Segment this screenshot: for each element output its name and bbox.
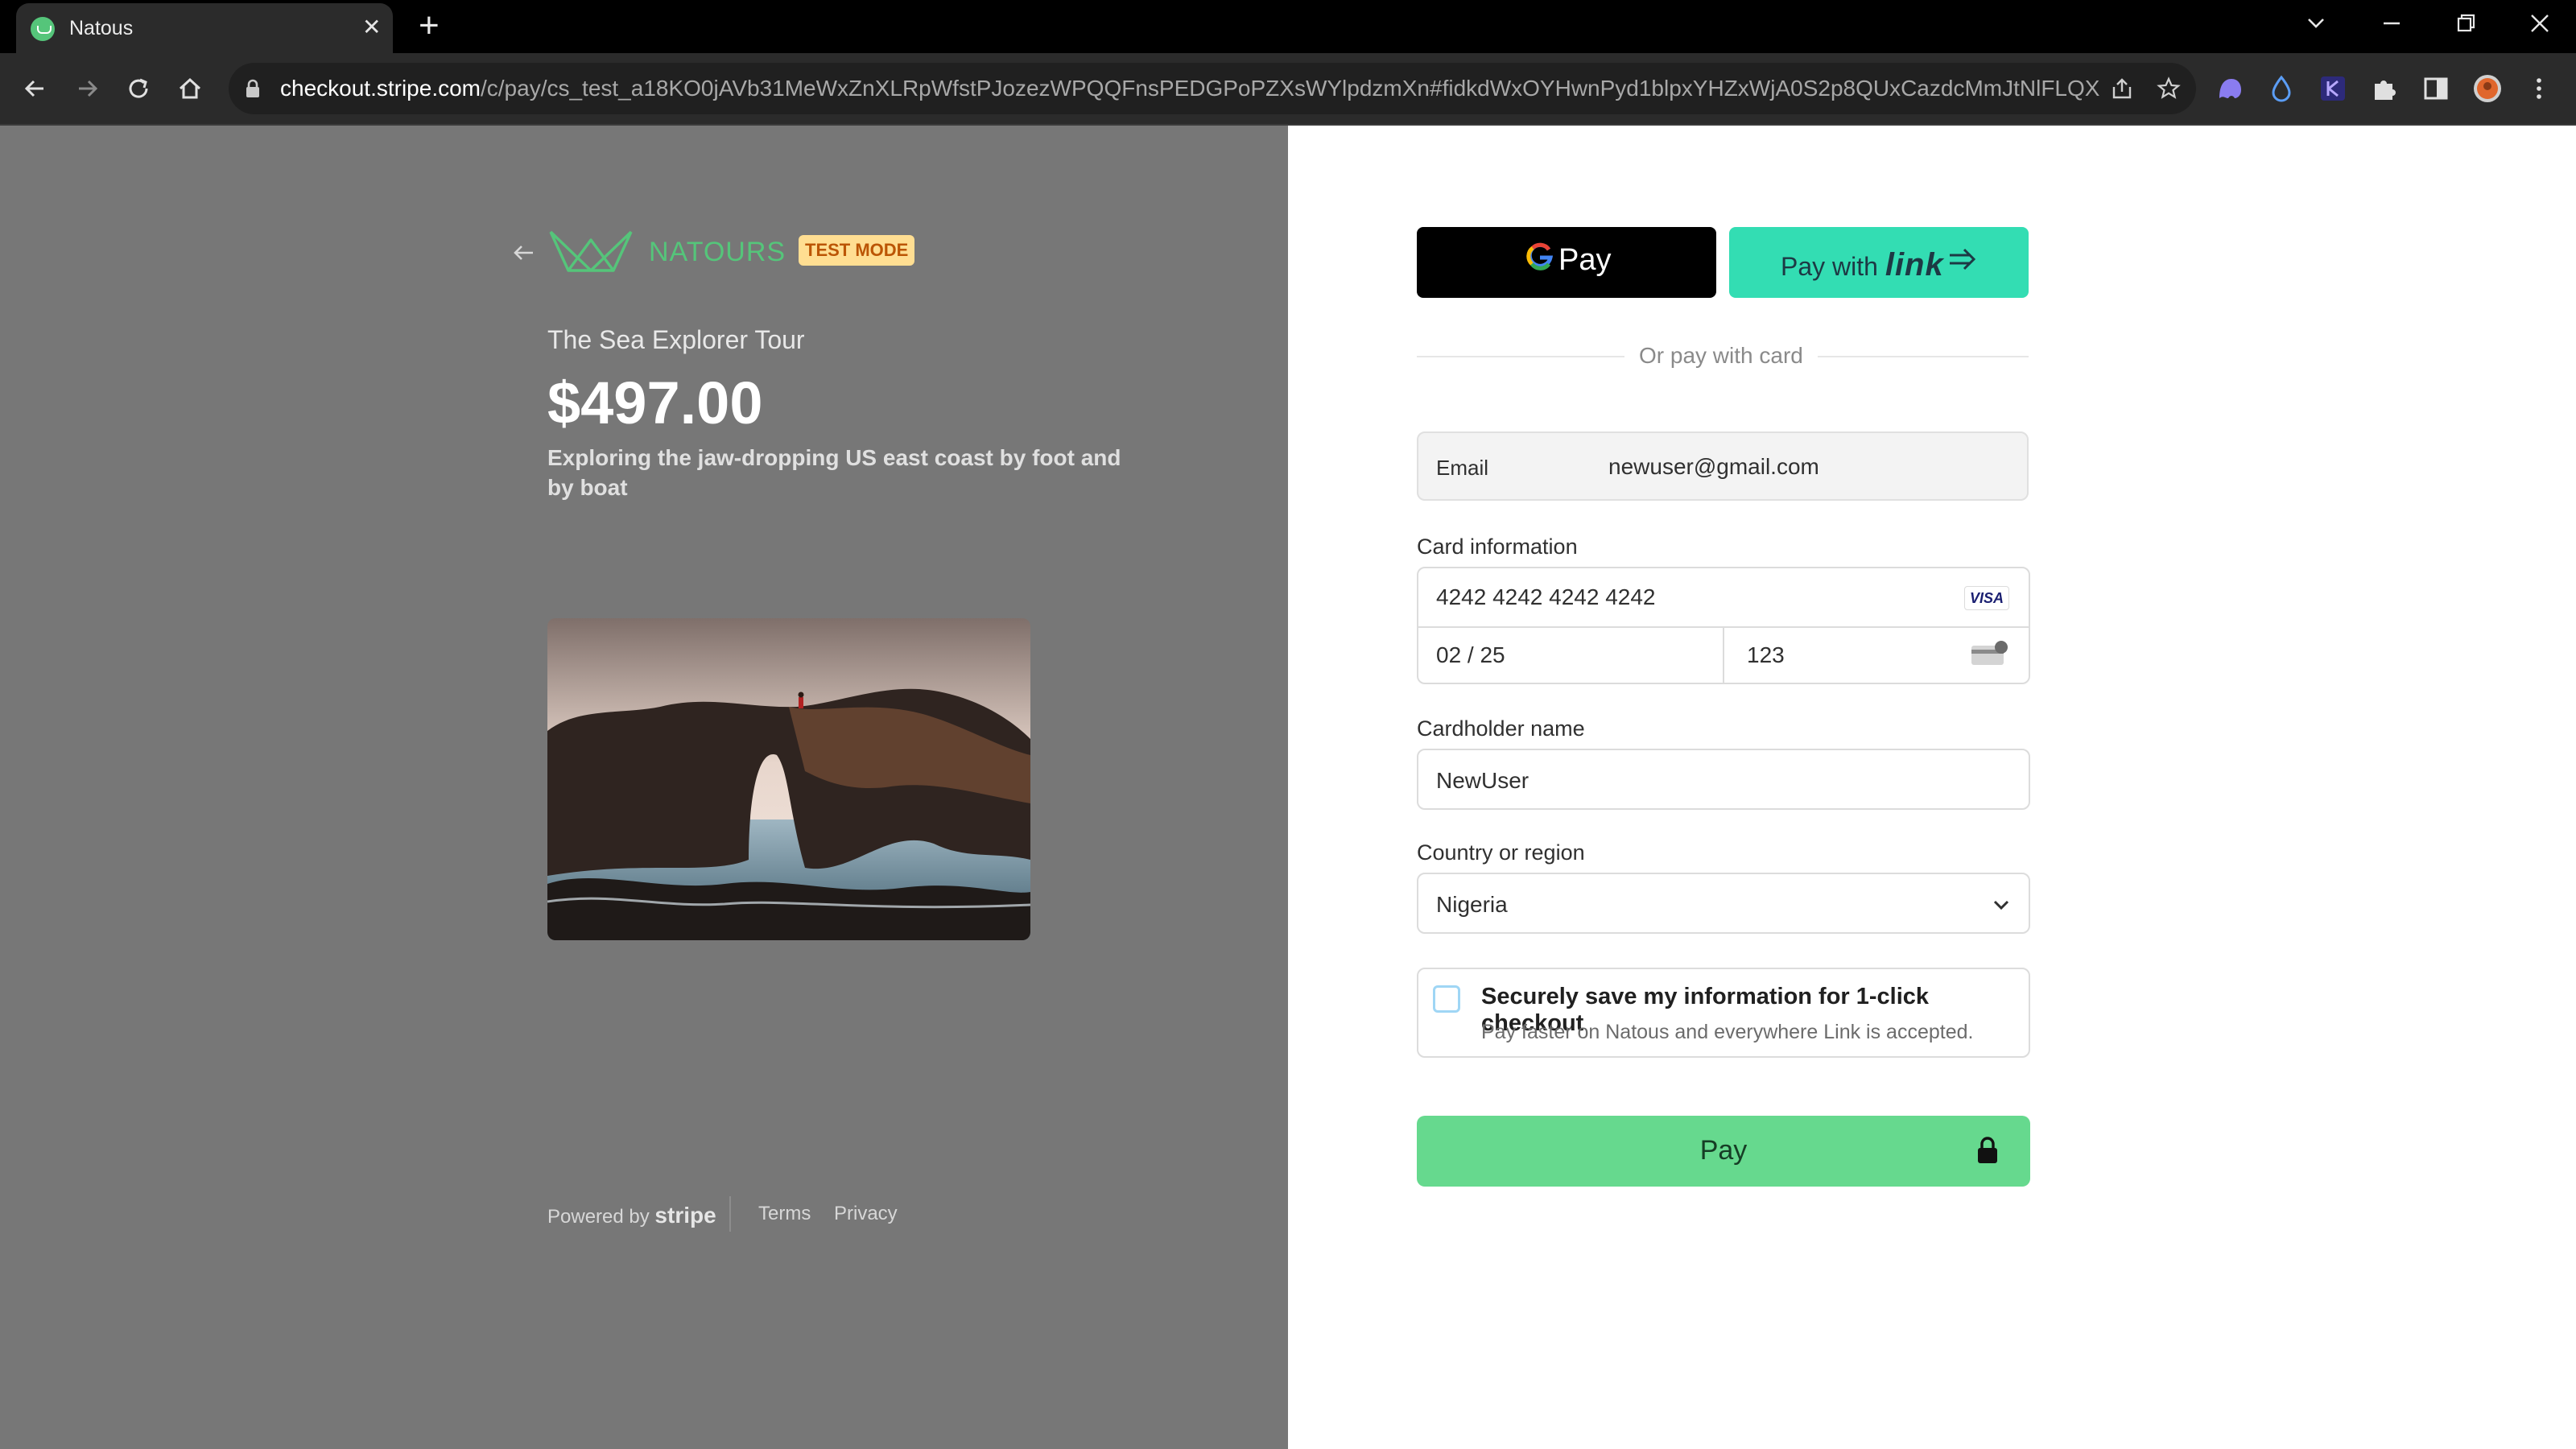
terms-link[interactable]: Terms	[758, 1203, 811, 1225]
email-value: newuser@gmail.com	[1608, 454, 1819, 479]
browser-toolbar: checkout.stripe.com/c/pay/cs_test_a18KO0…	[0, 53, 2576, 126]
pay-button-label: Pay	[1699, 1135, 1748, 1166]
expiry-field[interactable]: 02 / 25	[1436, 642, 1505, 668]
cardholder-label: Cardholder name	[1417, 716, 1585, 741]
footer-divider	[729, 1196, 731, 1232]
share-icon[interactable]	[2109, 76, 2135, 101]
privacy-link[interactable]: Privacy	[834, 1203, 898, 1225]
product-name: The Sea Explorer Tour	[547, 325, 805, 354]
visa-card-icon: VISA	[1964, 586, 2009, 610]
natours-logo-icon[interactable]	[547, 225, 634, 275]
card-field-separator	[1723, 626, 1724, 683]
sea-arch-photo	[547, 618, 1030, 940]
stripe-wordmark: stripe	[654, 1203, 716, 1228]
cvc-card-icon	[1971, 641, 2008, 665]
extensions-puzzle-icon[interactable]	[2370, 74, 2399, 103]
card-info-group: 4242 4242 4242 4242 VISA 02 / 25 123	[1417, 567, 2030, 684]
link-wordmark: link	[1885, 247, 1944, 283]
divider-line-left	[1417, 356, 1624, 357]
country-select[interactable]: Nigeria	[1417, 873, 2030, 934]
email-field[interactable]: Email newuser@gmail.com	[1417, 431, 2029, 501]
url-host: checkout.stripe.com	[280, 76, 481, 101]
cardholder-name-value: NewUser	[1436, 768, 1530, 793]
country-label: Country or region	[1417, 840, 1585, 865]
close-window-icon[interactable]	[2528, 11, 2552, 35]
google-g-icon	[1526, 242, 1554, 270]
restore-icon[interactable]	[2454, 11, 2478, 35]
tab-search-chevron-icon[interactable]	[2304, 11, 2328, 35]
product-image	[547, 618, 1030, 940]
url-text: checkout.stripe.com/c/pay/cs_test_a18KO0…	[280, 76, 2099, 101]
browser-tab-strip: Natous ✕ +	[0, 0, 2576, 53]
test-mode-badge: TEST MODE	[799, 235, 915, 266]
google-pay-button[interactable]: Pay	[1417, 227, 1716, 298]
powered-by-stripe[interactable]: Powered by stripe	[547, 1203, 716, 1228]
tab-close-icon[interactable]: ✕	[362, 14, 381, 40]
extension-drop-icon[interactable]	[2267, 74, 2296, 103]
powered-by-label: Powered by	[547, 1206, 650, 1228]
card-number-field[interactable]: 4242 4242 4242 4242 VISA	[1418, 568, 2029, 628]
card-info-label: Card information	[1417, 535, 1578, 559]
google-pay-label: Pay	[1558, 243, 1612, 277]
pay-with-link-button[interactable]: Pay with link	[1729, 227, 2029, 298]
cardholder-name-input[interactable]: NewUser	[1417, 749, 2030, 810]
new-tab-icon[interactable]: +	[419, 8, 440, 43]
brand-name[interactable]: NATOURS	[649, 237, 786, 268]
save-info-option: Securely save my information for 1-click…	[1417, 968, 2030, 1058]
home-icon[interactable]	[174, 72, 206, 105]
pay-with-link-label: Pay with link	[1781, 247, 1944, 283]
browser-menu-icon[interactable]	[2524, 74, 2553, 103]
bookmark-star-icon[interactable]	[2156, 76, 2182, 101]
product-price: $497.00	[547, 369, 763, 436]
lock-icon[interactable]	[245, 79, 261, 98]
chevron-down-icon	[1993, 900, 2009, 910]
lock-icon	[1978, 1137, 1997, 1163]
pay-button[interactable]: Pay	[1417, 1116, 2030, 1187]
country-value: Nigeria	[1436, 892, 1508, 917]
profile-avatar-icon[interactable]	[2473, 74, 2502, 103]
save-info-checkbox[interactable]	[1433, 985, 1460, 1013]
address-bar[interactable]: checkout.stripe.com/c/pay/cs_test_a18KO0…	[229, 63, 2196, 114]
natours-favicon-icon	[31, 17, 55, 41]
card-number-value: 4242 4242 4242 4242	[1436, 584, 1656, 609]
tab-title: Natous	[69, 17, 134, 39]
browser-tab[interactable]: Natous ✕	[16, 3, 393, 53]
back-icon[interactable]	[19, 72, 52, 105]
side-panel-icon[interactable]	[2421, 74, 2450, 103]
minimize-icon[interactable]	[2380, 11, 2404, 35]
cvc-field[interactable]: 123	[1747, 642, 1785, 668]
payment-form-panel: Pay Pay with link Or pay with card Email…	[1288, 126, 2576, 1449]
back-arrow-icon[interactable]	[510, 237, 538, 269]
reload-icon[interactable]	[122, 72, 155, 105]
extension-k-icon[interactable]	[2318, 74, 2347, 103]
url-path: /c/pay/cs_test_a18KO0jAVb31MeWxZnXLRpWfs…	[481, 76, 2099, 101]
product-description: Exploring the jaw-dropping US east coast…	[547, 445, 1121, 500]
link-prefix: Pay with	[1781, 252, 1878, 281]
product-summary-panel: NATOURS TEST MODE The Sea Explorer Tour …	[0, 126, 1288, 1449]
save-info-subtitle: Pay faster on Natous and everywhere Link…	[1481, 1021, 1974, 1043]
extension-ghost-icon[interactable]	[2215, 74, 2244, 103]
divider-line-right	[1818, 356, 2029, 357]
forward-icon[interactable]	[71, 72, 103, 105]
email-label: Email	[1436, 456, 1489, 480]
or-pay-with-card: Or pay with card	[1639, 343, 1803, 368]
link-arrow-icon	[1950, 248, 1976, 270]
